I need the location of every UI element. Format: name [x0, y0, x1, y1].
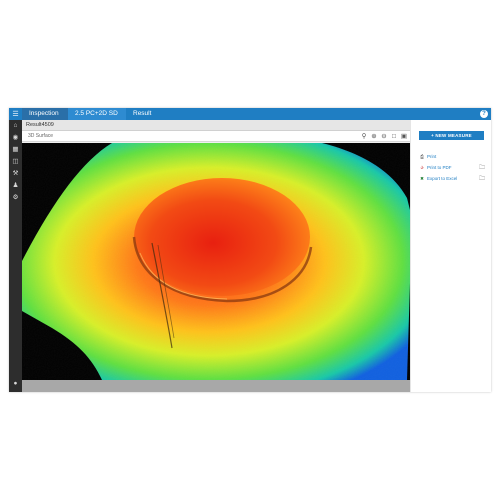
- main-content: Result4509 3D Surface ⚲ ⊕ ⊖ □ ▣: [22, 120, 410, 392]
- view-toolbar: 3D Surface ⚲ ⊕ ⊖ □ ▣: [22, 131, 410, 142]
- top-bar: ☰ Inspection 2.5 PC+2D SD Result ?: [9, 108, 491, 120]
- result-title: Result4509: [22, 120, 410, 131]
- excel-label: Export to Excel: [427, 176, 458, 181]
- pdf-label: Print to PDF: [427, 165, 452, 170]
- home-icon[interactable]: ⌂: [9, 121, 22, 131]
- zoom-out-icon[interactable]: ⊖: [380, 133, 388, 141]
- sidebar: ⌂ ◉ ▦ ◫ ⚒ ♟ ⚙ ●: [9, 120, 22, 392]
- folder-icon[interactable]: 🗀: [479, 176, 486, 182]
- excel-icon: ✖: [420, 176, 424, 181]
- layers-icon[interactable]: ◫: [9, 157, 22, 167]
- menu-icon[interactable]: ☰: [9, 108, 22, 120]
- user-icon[interactable]: ●: [9, 379, 22, 389]
- fit-icon[interactable]: □: [390, 133, 398, 141]
- raised-disk: [134, 178, 310, 296]
- app-window: ☰ Inspection 2.5 PC+2D SD Result ? ⌂ ◉ ▦…: [9, 108, 491, 392]
- view-label: 3D Surface: [28, 133, 54, 139]
- zoom-in-icon[interactable]: ⊕: [370, 133, 378, 141]
- right-panel: + NEW MEASURE ⎙ Print ✰ Print to PDF 🗀 ✖ Ex…: [410, 120, 491, 392]
- pdf-icon: ✰: [420, 165, 424, 170]
- image-icon[interactable]: ▣: [400, 133, 408, 141]
- folder-icon[interactable]: 🗀: [479, 165, 486, 171]
- globe-icon[interactable]: ◉: [9, 133, 22, 143]
- excel-item[interactable]: ✖ Export to Excel: [419, 175, 457, 183]
- surface-render: [22, 143, 410, 380]
- help-icon[interactable]: ?: [480, 110, 488, 118]
- gear-icon[interactable]: ⚙: [9, 193, 22, 203]
- status-bar: [22, 380, 410, 392]
- print-item[interactable]: ⎙ Print: [419, 153, 436, 161]
- users-icon[interactable]: ♟: [9, 181, 22, 191]
- wrench-icon[interactable]: ⚒: [9, 169, 22, 179]
- pdf-item[interactable]: ✰ Print to PDF: [419, 164, 452, 172]
- new-measure-button[interactable]: + NEW MEASURE: [419, 131, 484, 140]
- print-icon: ⎙: [420, 154, 424, 159]
- breadcrumb-result[interactable]: Result: [126, 108, 180, 120]
- print-label: Print: [427, 154, 437, 159]
- book-icon[interactable]: ▦: [9, 145, 22, 155]
- 3d-surface-view[interactable]: [22, 143, 410, 380]
- search-icon[interactable]: ⚲: [360, 133, 368, 141]
